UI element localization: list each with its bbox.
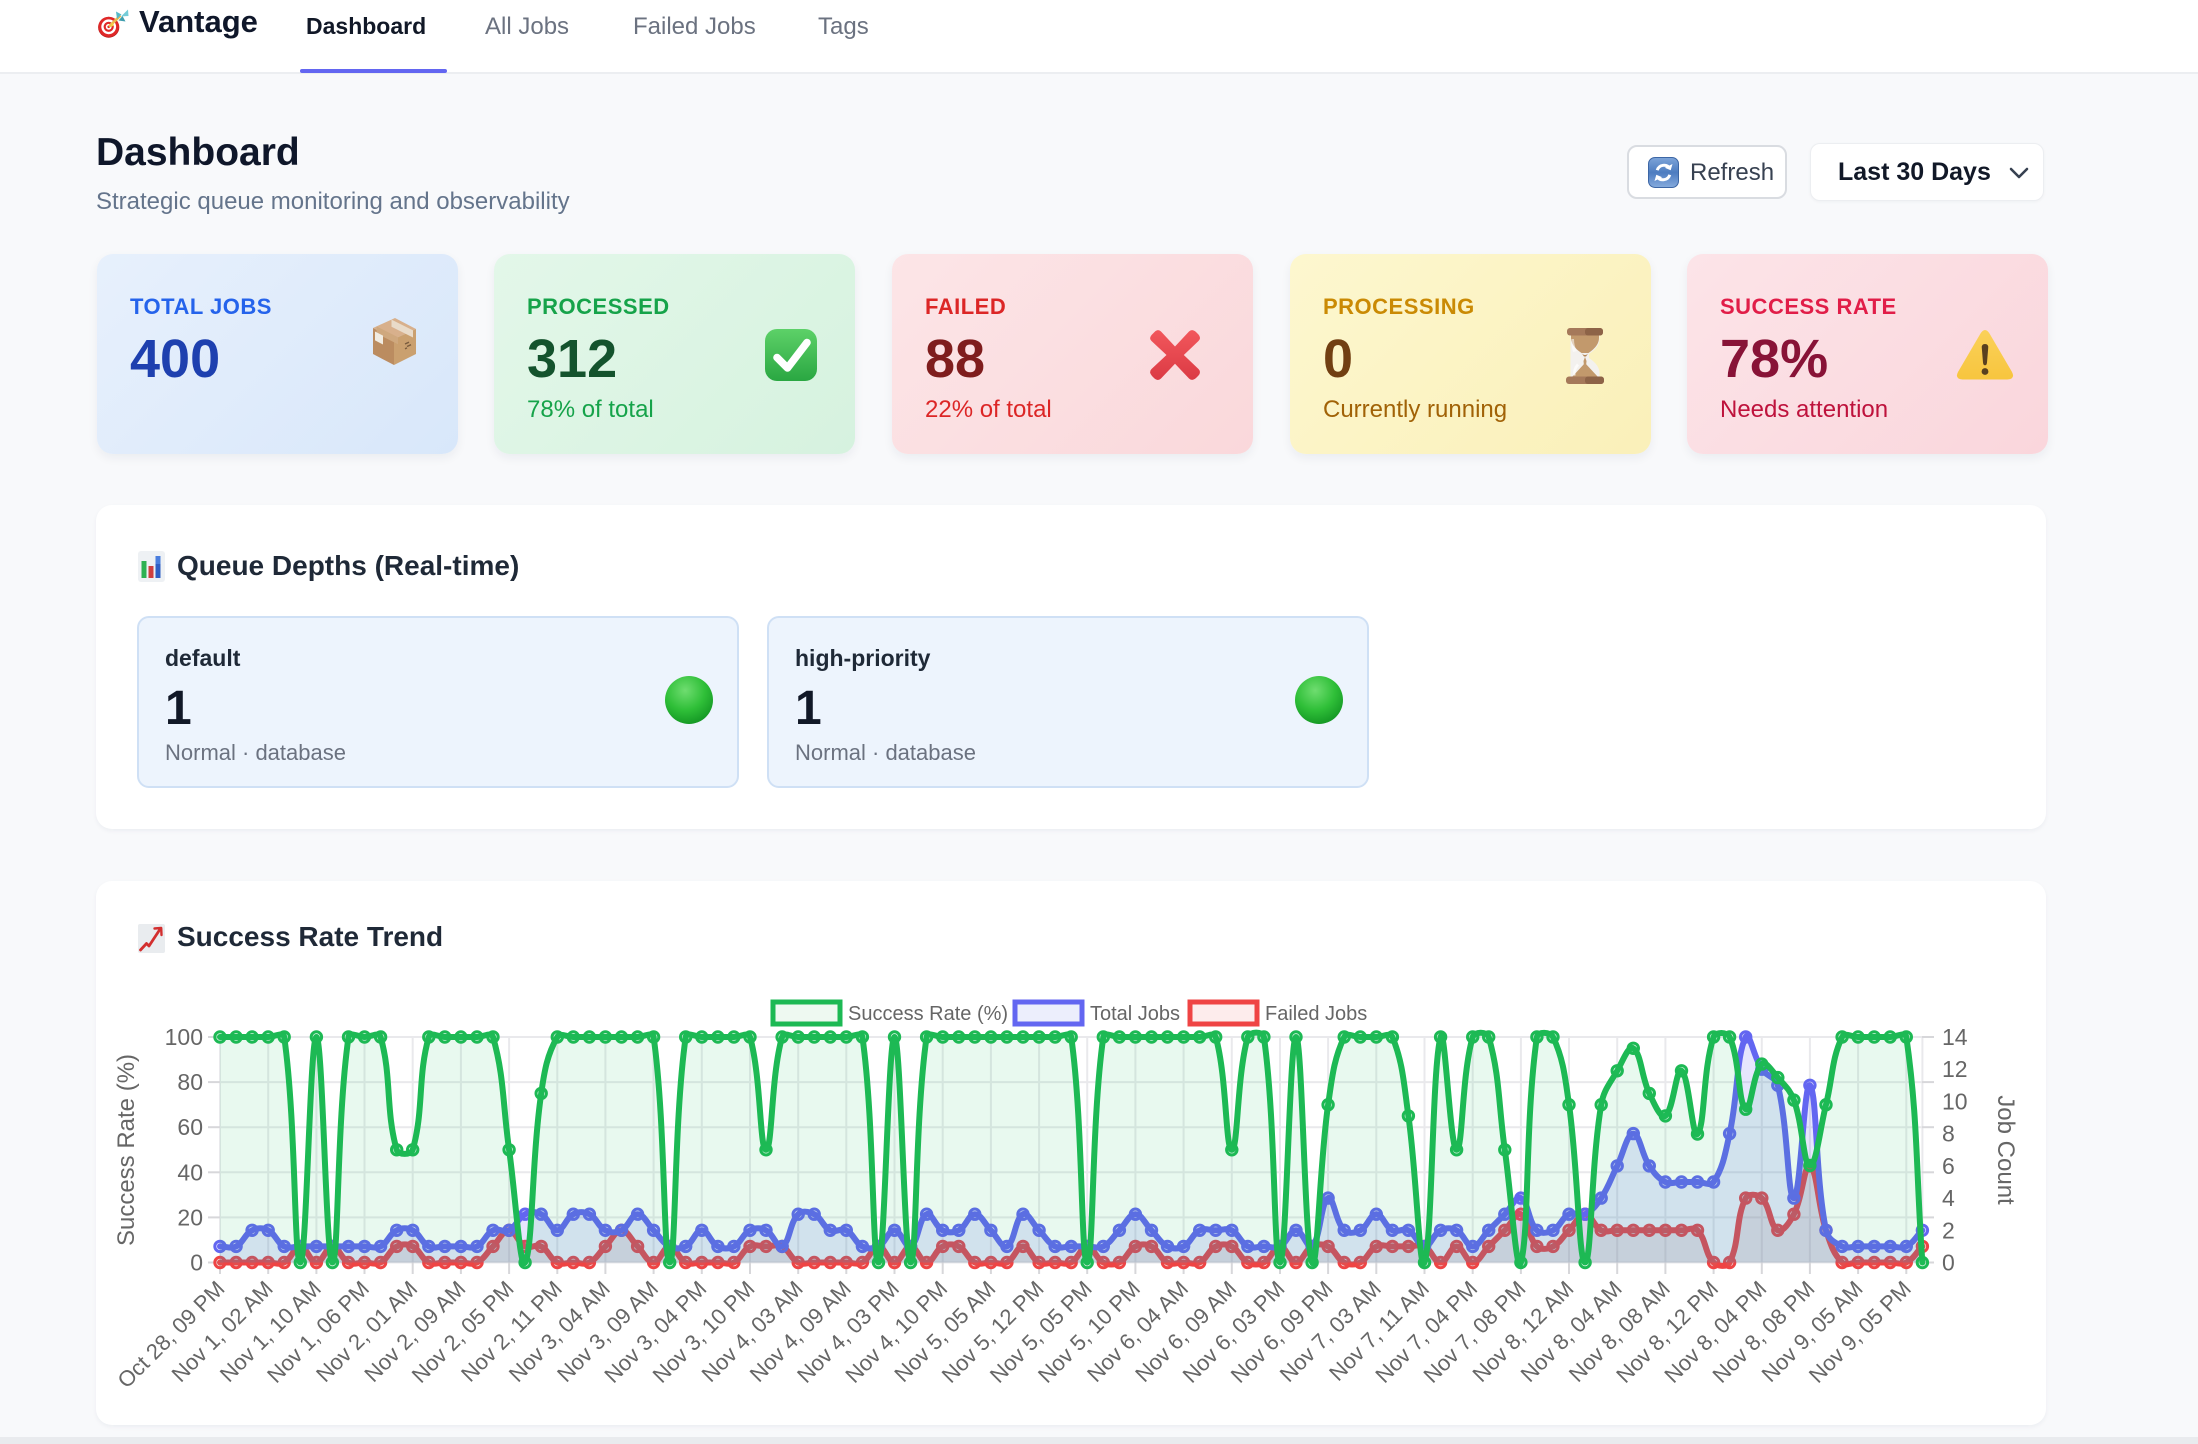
svg-text:10: 10 bbox=[1942, 1088, 1968, 1114]
svg-text:100: 100 bbox=[165, 1024, 203, 1050]
svg-text:2: 2 bbox=[1942, 1217, 1955, 1243]
svg-text:Success Rate (%): Success Rate (%) bbox=[113, 1054, 140, 1246]
svg-text:6: 6 bbox=[1942, 1153, 1955, 1179]
svg-text:60: 60 bbox=[177, 1114, 203, 1140]
svg-text:Total Jobs: Total Jobs bbox=[1090, 1003, 1180, 1025]
svg-text:0: 0 bbox=[190, 1250, 203, 1276]
svg-text:Failed Jobs: Failed Jobs bbox=[1265, 1003, 1367, 1025]
svg-text:20: 20 bbox=[177, 1204, 203, 1230]
svg-text:14: 14 bbox=[1942, 1024, 1968, 1050]
svg-text:8: 8 bbox=[1942, 1121, 1955, 1147]
svg-text:Success Rate (%): Success Rate (%) bbox=[848, 1003, 1008, 1025]
svg-text:40: 40 bbox=[177, 1159, 203, 1185]
svg-text:4: 4 bbox=[1942, 1185, 1955, 1211]
svg-text:12: 12 bbox=[1942, 1056, 1968, 1082]
svg-text:Job Count: Job Count bbox=[1992, 1095, 2019, 1205]
svg-text:80: 80 bbox=[177, 1069, 203, 1095]
svg-text:0: 0 bbox=[1942, 1250, 1955, 1276]
